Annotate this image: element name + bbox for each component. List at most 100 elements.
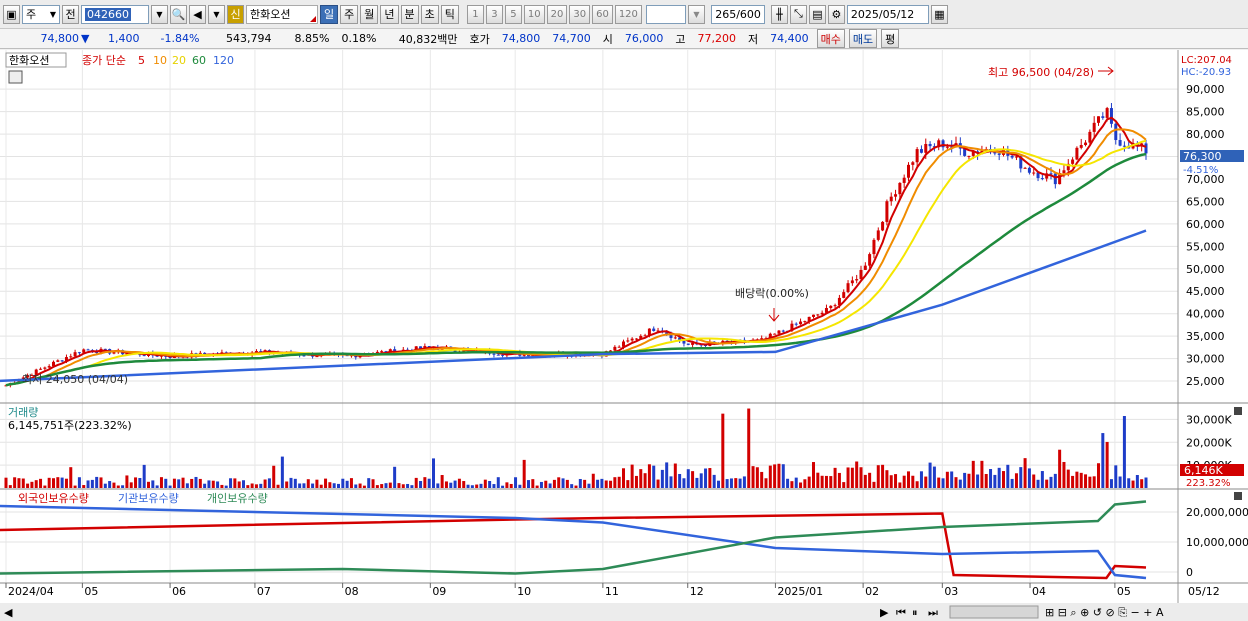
volume-bar: [1071, 475, 1075, 488]
period-second[interactable]: 초: [420, 4, 439, 24]
bid-value: 74,700: [552, 32, 591, 45]
dividend-note: 배당락(0.00%): [735, 287, 809, 300]
ma-label: 종가 단순: [82, 54, 126, 67]
volume-bar: [552, 479, 556, 488]
volume-bar: [108, 481, 112, 488]
volume-bar: [885, 470, 889, 488]
stock-name: 한화오션: [250, 8, 291, 21]
save-icon[interactable]: ▤: [808, 4, 826, 24]
volume-bar: [881, 464, 885, 488]
volume-bar: [168, 485, 172, 488]
volume-bar: [177, 479, 181, 488]
calendar-icon[interactable]: ▦: [930, 4, 948, 24]
volume-bar: [1088, 476, 1092, 488]
date-input[interactable]: 2025/05/12: [846, 4, 929, 24]
scroll-left-icon[interactable]: ◀: [4, 606, 13, 619]
volume-bar: [1127, 478, 1131, 488]
candle-body: [919, 149, 923, 153]
scroll-end-icon[interactable]: ⏭: [928, 606, 938, 619]
volume-bar: [941, 478, 945, 488]
zoom-slider[interactable]: [949, 605, 1039, 619]
draw-tool-icon[interactable]: ⤡: [789, 4, 807, 24]
tick-30[interactable]: 30: [569, 4, 591, 24]
scroll-start-icon[interactable]: ⏮: [896, 606, 906, 619]
volume-bar: [142, 464, 146, 488]
stock-chart[interactable]: 90,00085,00080,00075,00070,00065,00060,0…: [0, 50, 1248, 621]
scroll-right-icon[interactable]: ▶: [880, 606, 889, 619]
sell-button[interactable]: 매도: [848, 29, 878, 48]
count-field[interactable]: 265/600: [710, 4, 765, 24]
volume-bar: [164, 478, 168, 488]
speaker-icon[interactable]: ◀: [189, 4, 206, 24]
volume-bar: [77, 477, 81, 488]
volume-bar: [116, 485, 120, 488]
x-tick-label: 08: [345, 585, 359, 598]
volume-bar: [591, 473, 595, 488]
tick-20[interactable]: 20: [546, 4, 568, 24]
code-dropdown-icon[interactable]: ▼: [151, 4, 168, 24]
candle-body: [868, 254, 872, 266]
candle-body: [1097, 116, 1100, 123]
volume-bar: [276, 484, 280, 488]
volume-bar: [514, 477, 518, 488]
volume-bar: [466, 484, 470, 488]
volume-bar: [440, 475, 444, 488]
search-icon[interactable]: 🔍: [170, 4, 187, 24]
stock-code-input[interactable]: 042660: [81, 4, 149, 24]
all-button[interactable]: 전: [62, 4, 79, 24]
volume-bar: [548, 483, 552, 488]
volume-bar: [686, 469, 690, 488]
volume-bar: [574, 485, 578, 488]
volume-bar: [194, 476, 198, 488]
gear-icon[interactable]: ⚙: [827, 4, 845, 24]
period-month[interactable]: 월: [360, 4, 379, 24]
x-tick-label: 2024/04: [8, 585, 54, 598]
grid-toggle-icon[interactable]: [8, 70, 23, 84]
pause-icon[interactable]: ⏸: [912, 606, 918, 619]
flag-icon: [310, 15, 316, 22]
tick-5[interactable]: 5: [504, 4, 522, 24]
volume-bar: [678, 473, 682, 488]
volume-bar: [82, 485, 86, 488]
tick-60[interactable]: 60: [592, 4, 613, 24]
volume-bar: [531, 479, 535, 488]
high-value: 77,200: [697, 32, 736, 45]
custom-period-input[interactable]: [645, 4, 686, 24]
volume-bar: [535, 485, 539, 488]
volume-bar: [254, 484, 258, 488]
period-week[interactable]: 주: [340, 4, 359, 24]
speaker-dropdown-icon[interactable]: ▼: [208, 4, 225, 24]
volume-close-icon[interactable]: [1234, 407, 1242, 415]
volume-bar: [600, 478, 604, 488]
volume-bar: [1122, 416, 1126, 488]
eval-button[interactable]: 평: [881, 29, 900, 48]
tick-10[interactable]: 10: [523, 4, 545, 24]
window-menu-icon[interactable]: ▣: [3, 4, 20, 24]
period-tick[interactable]: 틱: [440, 4, 459, 24]
low-label: 저: [747, 32, 759, 46]
ma-5: 5: [138, 54, 145, 67]
tick-1[interactable]: 1: [466, 4, 484, 24]
volume-bar: [159, 477, 163, 488]
period-day[interactable]: 일: [320, 4, 339, 24]
tick-3[interactable]: 3: [485, 4, 503, 24]
candle-body: [682, 340, 686, 344]
custom-period-dropdown-icon[interactable]: ▼: [687, 4, 705, 24]
volume-bar: [725, 479, 729, 488]
current-pct-label: -4.51%: [1183, 165, 1218, 176]
candle-type-icon[interactable]: ╫: [770, 4, 788, 24]
candle-body: [924, 143, 928, 153]
zoom-tools-icon[interactable]: ⊞ ⊟ ⌕ ⊕ ↺ ⊘ ⎘ − + A: [1045, 606, 1164, 619]
candle-body: [1032, 172, 1036, 174]
volume-bar: [747, 408, 751, 488]
volume-bar: [807, 476, 811, 488]
market-select[interactable]: 주 ▼: [22, 4, 60, 24]
period-minute[interactable]: 분: [400, 4, 419, 24]
tick-120[interactable]: 120: [614, 4, 642, 24]
x-tick-label: 09: [432, 585, 446, 598]
candle-body: [850, 280, 854, 284]
buy-button[interactable]: 매수: [816, 29, 845, 48]
period-year[interactable]: 년: [380, 4, 399, 24]
holding-close-icon[interactable]: [1234, 492, 1242, 500]
volume-bar: [470, 485, 474, 488]
